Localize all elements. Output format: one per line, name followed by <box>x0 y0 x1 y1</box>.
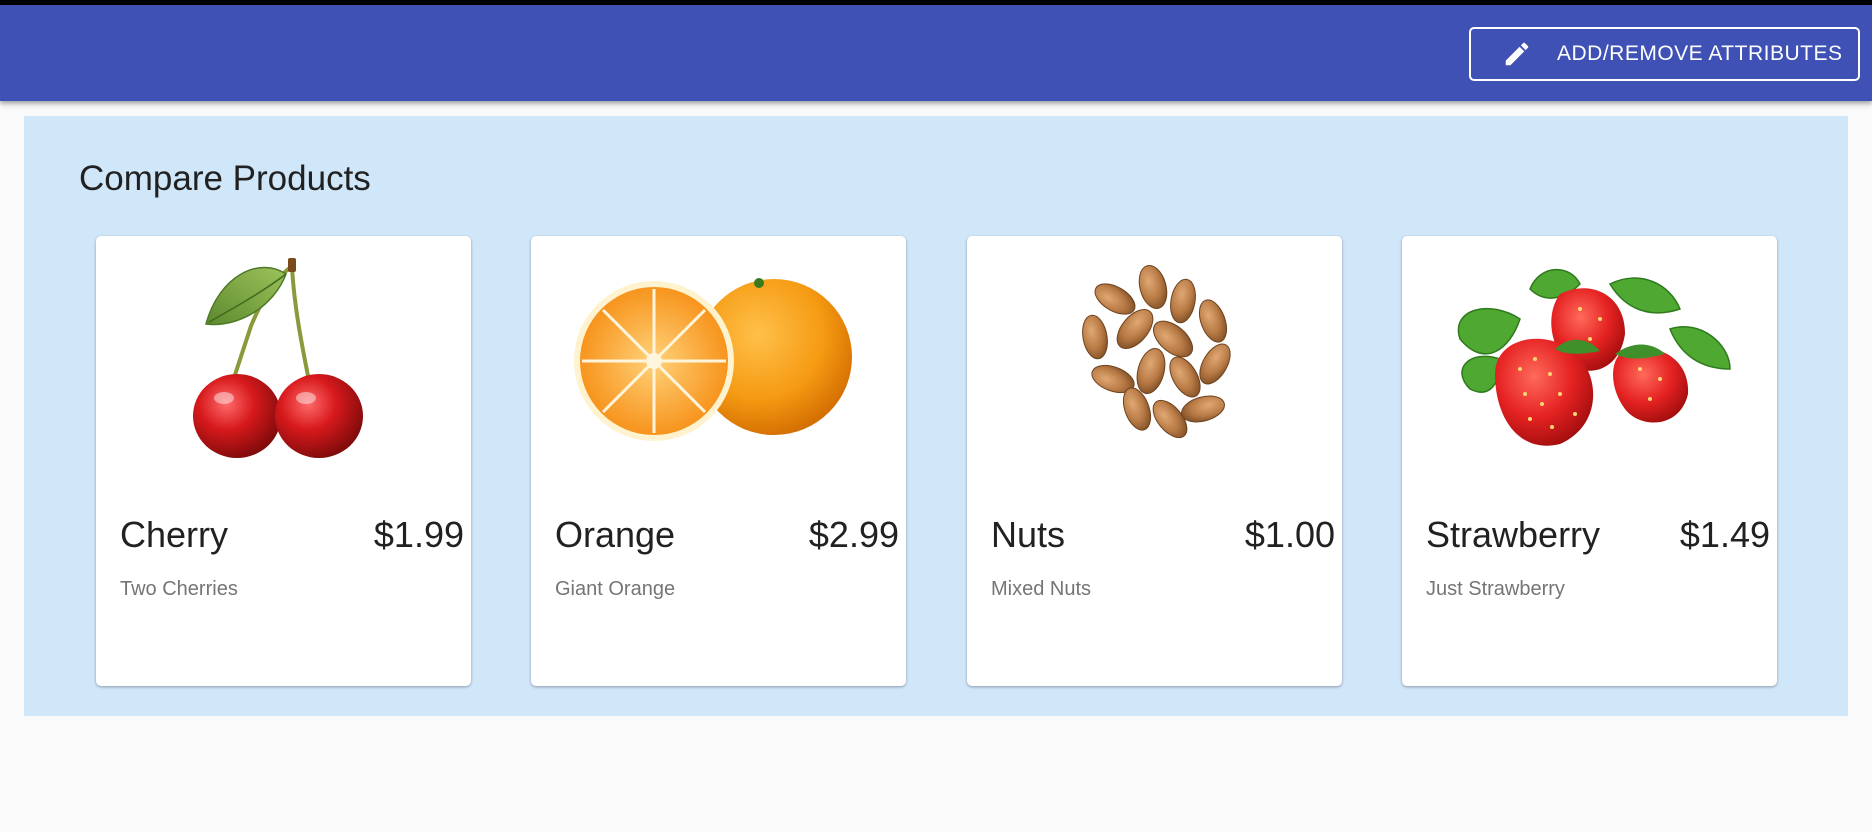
page-title: Compare Products <box>79 159 371 198</box>
product-card-strawberry[interactable]: Strawberry $1.49 Just Strawberry <box>1402 236 1777 686</box>
product-price: $1.49 <box>1679 514 1770 555</box>
cherry-image <box>96 236 471 481</box>
strawberry-image <box>1402 236 1777 481</box>
product-description: Just Strawberry <box>1426 578 1565 600</box>
product-name: Strawberry <box>1426 514 1601 555</box>
nuts-image <box>967 236 1342 481</box>
product-card-cherry[interactable]: Cherry $1.99 Two Cherries <box>96 236 471 686</box>
product-name: Cherry <box>120 514 229 555</box>
app-bar: ADD/REMOVE ATTRIBUTES <box>0 5 1872 101</box>
product-name: Nuts <box>991 514 1066 555</box>
product-card-nuts[interactable]: Nuts $1.00 Mixed Nuts <box>967 236 1342 686</box>
product-card-orange[interactable]: Orange $2.99 Giant Orange <box>531 236 906 686</box>
orange-image <box>531 236 906 481</box>
product-price: $2.99 <box>808 514 899 555</box>
compare-products-panel: Compare Products Cherry $1.99 Two Cherri… <box>24 116 1848 716</box>
product-description: Giant Orange <box>555 578 676 600</box>
add-remove-attributes-label: ADD/REMOVE ATTRIBUTES <box>1557 42 1843 65</box>
pencil-icon <box>1501 38 1533 70</box>
product-description: Two Cherries <box>120 578 238 600</box>
product-description: Mixed Nuts <box>991 578 1092 600</box>
product-price: $1.00 <box>1244 514 1335 555</box>
product-name: Orange <box>555 514 676 555</box>
product-price: $1.99 <box>373 514 464 555</box>
add-remove-attributes-button[interactable]: ADD/REMOVE ATTRIBUTES <box>1469 27 1860 81</box>
